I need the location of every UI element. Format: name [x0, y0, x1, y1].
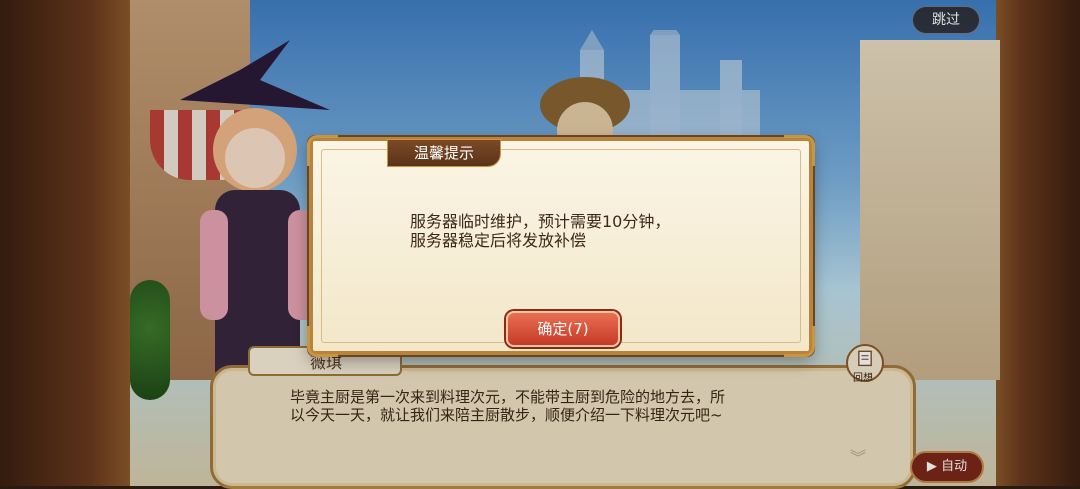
corner-ornament: [784, 326, 815, 357]
corner-ornament: [784, 135, 815, 166]
corner-ornament: [307, 135, 338, 166]
dialog-title: 温馨提示: [388, 140, 500, 166]
dialog-message: 服务器临时维护，预计需要10分钟， 服务器稳定后将发放补偿: [410, 212, 750, 250]
corner-ornament: [307, 326, 338, 357]
message-line-1: 服务器临时维护，预计需要10分钟，: [410, 212, 671, 231]
message-line-2: 服务器稳定后将发放补偿: [410, 231, 587, 250]
confirm-button[interactable]: 确定(7): [506, 311, 620, 347]
